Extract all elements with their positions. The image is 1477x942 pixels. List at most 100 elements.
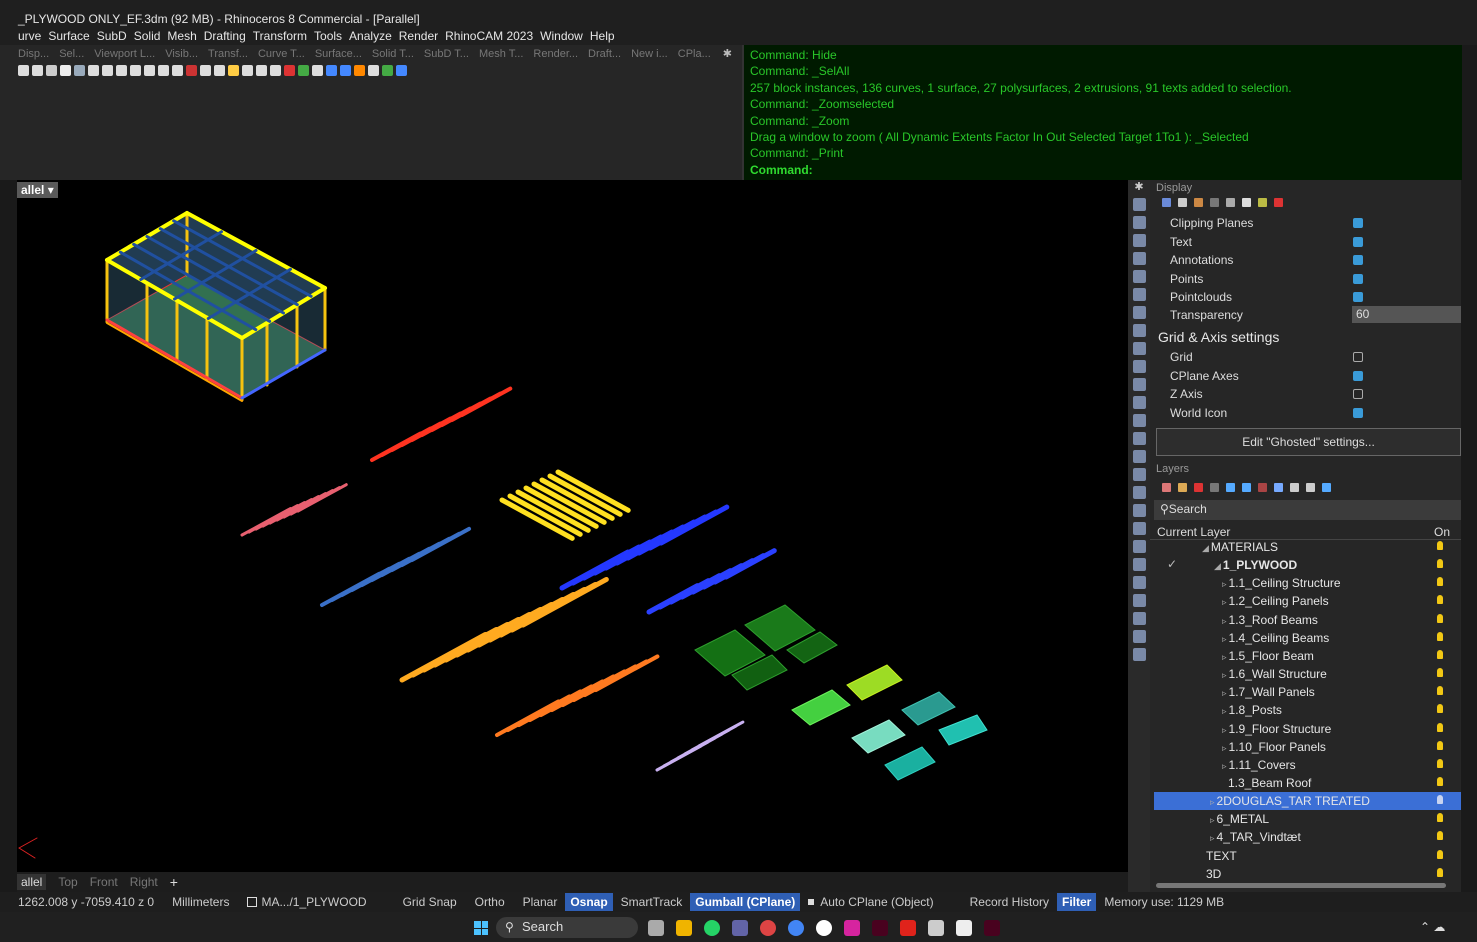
tool-icon-1[interactable]: [32, 65, 43, 76]
display-icon[interactable]: [1162, 198, 1171, 207]
task-view-icon[interactable]: [648, 920, 664, 936]
side-tool-icon-25[interactable]: [1132, 648, 1146, 661]
material-icon[interactable]: [1194, 198, 1203, 207]
menu-item-9[interactable]: Render: [399, 28, 438, 45]
display-row-checkbox[interactable]: [1353, 236, 1363, 247]
layer-row[interactable]: ✓ ◢ 1_PLYWOOD: [1154, 556, 1461, 574]
tool-icon-13[interactable]: [200, 65, 211, 76]
grid-row-checkbox[interactable]: [1353, 352, 1363, 362]
lightbulb-icon[interactable]: [1437, 831, 1443, 841]
expand-arrow-icon[interactable]: ▹: [1210, 815, 1215, 825]
tool-icon-24[interactable]: [354, 65, 365, 76]
grid-row-checkbox[interactable]: [1353, 389, 1363, 399]
teams-icon[interactable]: [732, 920, 748, 936]
tool-icon-2[interactable]: [46, 65, 57, 76]
expand-arrow-icon[interactable]: ▹: [1222, 706, 1227, 716]
chrome-icon[interactable]: [788, 920, 804, 936]
lightbulb-icon[interactable]: [1437, 758, 1443, 768]
layer-row[interactable]: ▹ 6_METAL: [1154, 810, 1461, 828]
scene-panel-117[interactable]: [791, 689, 851, 726]
whatsapp-icon[interactable]: [704, 920, 720, 936]
side-tool-icon-17[interactable]: [1132, 504, 1146, 517]
side-tool-icon-11[interactable]: [1132, 396, 1146, 409]
tool-icon-11[interactable]: [172, 65, 183, 76]
menu-item-0[interactable]: urve: [18, 28, 41, 45]
lightbulb-icon[interactable]: [1437, 649, 1443, 659]
render-icon[interactable]: [1226, 198, 1235, 207]
menu-item-1[interactable]: Surface: [48, 28, 89, 45]
toolbar-tab-11[interactable]: Draft...: [588, 45, 621, 63]
indesign-icon-2[interactable]: [984, 920, 1000, 936]
tool-icon-8[interactable]: [130, 65, 141, 76]
viewport-tab-3[interactable]: Right: [130, 875, 158, 889]
side-tool-icon-21[interactable]: [1132, 576, 1146, 589]
layer-scrollbar[interactable]: [1156, 883, 1446, 888]
toolbar-tab-3[interactable]: Visib...: [165, 45, 198, 63]
side-tool-icon-13[interactable]: [1132, 432, 1146, 445]
expand-arrow-icon[interactable]: ▹: [1222, 634, 1227, 644]
scene-part-64[interactable]: [410, 526, 472, 562]
indesign-icon[interactable]: [872, 920, 888, 936]
layer-row[interactable]: ▹ 1.1_Ceiling Structure: [1154, 574, 1461, 592]
scene-part-123[interactable]: [18, 847, 36, 859]
side-tool-icon-3[interactable]: [1132, 252, 1146, 265]
auto-cplane-toggle[interactable]: Auto CPlane (Object): [808, 895, 951, 909]
lightbulb-icon[interactable]: [1437, 613, 1443, 623]
viewport-tab-2[interactable]: Front: [90, 875, 118, 889]
layer-row[interactable]: 1.3_Beam Roof: [1154, 774, 1461, 792]
grid-row-checkbox[interactable]: [1353, 407, 1363, 418]
lightbulb-icon[interactable]: [1437, 795, 1443, 805]
side-tool-icon-2[interactable]: [1132, 234, 1146, 247]
side-tool-icon-23[interactable]: [1132, 612, 1146, 625]
expand-arrow-icon[interactable]: ▹: [1222, 725, 1227, 735]
side-tool-icon-16[interactable]: [1132, 486, 1146, 499]
scene-part-54[interactable]: [296, 483, 348, 513]
layer-search-input[interactable]: ⚲Search: [1154, 500, 1461, 520]
side-tool-icon-20[interactable]: [1132, 558, 1146, 571]
side-tool-icon-0[interactable]: [1132, 198, 1146, 211]
transparency-input[interactable]: 60: [1352, 306, 1461, 323]
side-tool-icon-14[interactable]: [1132, 450, 1146, 463]
grid-snap-toggle[interactable]: Grid Snap: [403, 895, 457, 909]
col-on[interactable]: On: [1434, 525, 1450, 539]
lightbulb-icon[interactable]: [1437, 668, 1443, 678]
display-row-checkbox[interactable]: [1353, 273, 1363, 284]
menu-item-7[interactable]: Tools: [314, 28, 342, 45]
menu-item-10[interactable]: RhinoCAM 2023: [445, 28, 533, 45]
menu-item-8[interactable]: Analyze: [349, 28, 392, 45]
layer-row[interactable]: ▹ 1.2_Ceiling Panels: [1154, 592, 1461, 610]
tool-icon-9[interactable]: [144, 65, 155, 76]
side-tool-icon-19[interactable]: [1132, 540, 1146, 553]
object-icon[interactable]: [1178, 198, 1187, 207]
add-viewport-button[interactable]: +: [170, 874, 178, 890]
display-row-checkbox[interactable]: [1353, 255, 1363, 265]
app-icon[interactable]: [760, 920, 776, 936]
scene-part-104[interactable]: [594, 654, 660, 692]
layer-row[interactable]: ▹ 1.9_Floor Structure: [1154, 720, 1461, 738]
tool-icon-10[interactable]: [158, 65, 169, 76]
filter-toggle[interactable]: Filter: [1057, 893, 1097, 911]
expand-arrow-icon[interactable]: ▹: [1222, 597, 1227, 607]
osnap-toggle[interactable]: Osnap: [565, 893, 613, 911]
tool-icon-7[interactable]: [116, 65, 127, 76]
new-sublayer-icon[interactable]: [1178, 483, 1187, 492]
layer-row[interactable]: ▹ 1.5_Floor Beam: [1154, 647, 1461, 665]
expand-arrow-icon[interactable]: ▹: [1222, 743, 1227, 753]
expand-arrow-icon[interactable]: ▹: [1222, 670, 1227, 680]
scene-panel-121[interactable]: [884, 746, 936, 781]
tool-icon-14[interactable]: [214, 65, 225, 76]
layer-row[interactable]: ▹ 4_TAR_Vindtæt: [1154, 828, 1461, 846]
funnel-icon[interactable]: [1274, 483, 1283, 492]
tool-icon-19[interactable]: [284, 65, 295, 76]
expand-arrow-icon[interactable]: ▹: [1210, 797, 1215, 807]
lightbulb-icon[interactable]: [1437, 541, 1443, 550]
toolbar-tab-0[interactable]: Disp...: [18, 45, 49, 63]
toolbar-tab-13[interactable]: CPla...: [678, 45, 711, 63]
side-tool-icon-12[interactable]: [1132, 414, 1146, 427]
side-tool-icon-10[interactable]: [1132, 378, 1146, 391]
side-tool-icon-22[interactable]: [1132, 594, 1146, 607]
filter-icon[interactable]: [1210, 483, 1219, 492]
instagram-icon[interactable]: [844, 920, 860, 936]
tool-icon-20[interactable]: [298, 65, 309, 76]
lightbulb-icon[interactable]: [1437, 631, 1443, 641]
